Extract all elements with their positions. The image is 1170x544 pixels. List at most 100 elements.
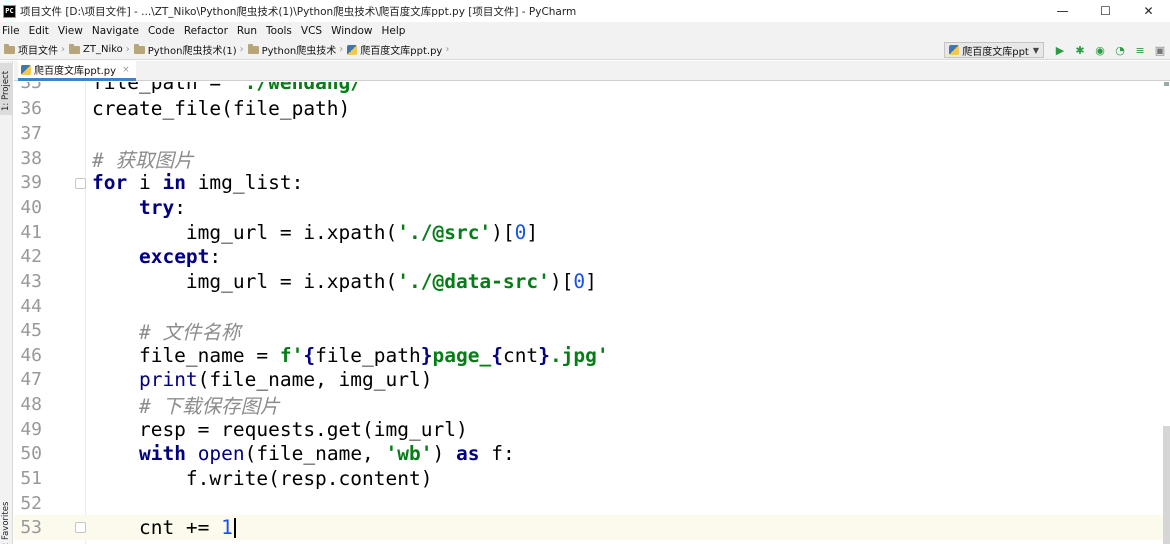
folder-icon	[69, 43, 80, 54]
code-editor[interactable]: 35 file_path = './wendang/' 36 create_fi…	[14, 82, 1170, 544]
menu-run[interactable]: Run	[236, 25, 257, 37]
python-file-icon	[21, 64, 31, 75]
code-text: try:	[138, 195, 186, 219]
code-text: except:	[138, 244, 222, 268]
code-line[interactable]: 48 # 下载保存图片	[14, 392, 1170, 418]
navigation-bar: 项目文件 › ZT_Niko › Python爬虫技术(1) › Python爬…	[0, 40, 1170, 60]
breadcrumb-label: Python爬虫技术(1)	[147, 46, 237, 57]
menu-tools[interactable]: Tools	[265, 25, 292, 37]
line-number: 40	[20, 196, 42, 218]
folder-icon	[133, 43, 145, 54]
code-text: img_url = i.xpath('./@data-src')[0]	[92, 269, 597, 293]
text-caret	[233, 518, 236, 539]
code-line-current[interactable]: 53 cnt += 1	[14, 515, 1170, 540]
code-line[interactable]: 41 img_url = i.xpath('./@src')[0]	[14, 220, 1170, 245]
breadcrumb-folder[interactable]: Python爬虫技术 ›	[247, 42, 344, 57]
line-number: 48	[20, 393, 42, 415]
breadcrumb-label: 项目文件	[18, 46, 58, 57]
vertical-scrollbar[interactable]	[1163, 426, 1170, 544]
structure-icon[interactable]: ▣	[1150, 41, 1170, 59]
window-title: 项目文件 [D:\项目文件] - ...\ZT_Niko\Python爬虫技术(…	[20, 5, 577, 18]
chevron-right-icon: ›	[339, 44, 344, 55]
build-icon[interactable]: ≡	[1130, 41, 1150, 59]
line-number: 47	[20, 368, 42, 390]
code-line[interactable]: 46 file_name = f'{file_path}page_{cnt}.j…	[14, 343, 1170, 368]
code-line[interactable]: 50 with open(file_name, 'wb') as f:	[14, 441, 1170, 466]
code-text: print(file_name, img_url)	[138, 367, 433, 391]
folder-icon	[247, 43, 259, 54]
code-line[interactable]: 39 for i in img_list:	[14, 170, 1170, 195]
run-icon[interactable]: ▶	[1050, 41, 1070, 59]
run-configuration-label: 爬百度文库ppt	[962, 46, 1029, 58]
chevron-right-icon: ›	[445, 44, 450, 55]
profile-icon[interactable]: ◔	[1110, 41, 1130, 59]
code-line[interactable]: 37	[14, 121, 1170, 146]
menu-view[interactable]: View	[57, 25, 83, 37]
code-line[interactable]: 51 f.write(resp.content)	[14, 466, 1170, 491]
code-comment: # 下载保存图片	[92, 394, 280, 418]
menu-help[interactable]: Help	[381, 25, 406, 37]
debug-icon[interactable]: ✱	[1070, 41, 1090, 59]
code-line[interactable]: 40 try:	[14, 195, 1170, 220]
menu-bar: File Edit View Navigate Code Refactor Ru…	[0, 22, 1170, 40]
code-line[interactable]: 36 create_file(file_path)	[14, 96, 1170, 121]
chevron-right-icon: ›	[61, 44, 65, 55]
code-comment: # 文件名称	[92, 320, 241, 344]
inspection-status-icon[interactable]	[1164, 82, 1169, 86]
line-number: 42	[20, 245, 42, 267]
fold-toggle-icon[interactable]	[75, 178, 86, 189]
menu-window[interactable]: Window	[330, 25, 372, 37]
menu-edit[interactable]: Edit	[28, 25, 49, 37]
breadcrumb-folder[interactable]: ZT_Niko ›	[69, 43, 130, 55]
project-tool-tab[interactable]: 1: Project	[0, 63, 13, 115]
close-button[interactable]: ✕	[1127, 0, 1170, 22]
code-line[interactable]: 47 print(file_name, img_url)	[14, 367, 1170, 392]
editor-tab-active[interactable]: 爬百度文库ppt.py ×	[18, 61, 136, 81]
code-line[interactable]: 52	[14, 491, 1170, 516]
menu-code[interactable]: Code	[147, 25, 175, 37]
line-number: 46	[20, 344, 42, 366]
pycharm-icon: PC	[3, 4, 16, 18]
breadcrumb-label: Python爬虫技术	[261, 46, 337, 57]
breadcrumb-project[interactable]: 项目文件 ›	[4, 42, 65, 57]
line-number: 37	[20, 122, 42, 144]
chevron-right-icon: ›	[239, 44, 244, 55]
code-text: cnt += 1	[92, 516, 236, 539]
chevron-down-icon: ▼	[1032, 45, 1039, 55]
breadcrumb-folder[interactable]: Python爬虫技术(1) ›	[133, 42, 244, 57]
project-tool-label: 1: Project	[1, 70, 11, 111]
run-toolbar: 爬百度文库ppt ▼ ▶ ✱ ◉ ◔ ≡ ▣	[944, 40, 1170, 60]
menu-vcs[interactable]: VCS	[300, 25, 322, 37]
line-number: 38	[20, 147, 42, 169]
line-number: 53	[20, 516, 42, 538]
coverage-icon[interactable]: ◉	[1090, 41, 1110, 59]
line-number: 43	[20, 270, 42, 292]
code-line[interactable]: 42 except:	[14, 244, 1170, 269]
run-configuration-select[interactable]: 爬百度文库ppt ▼	[944, 42, 1044, 58]
python-file-icon	[949, 45, 960, 55]
python-file-icon	[347, 44, 358, 55]
left-tool-strip: 1: Project 2: Favorites	[0, 61, 13, 544]
code-line[interactable]: 35 file_path = './wendang/'	[14, 82, 1170, 95]
code-text: img_url = i.xpath('./@src')[0]	[92, 220, 539, 244]
code-line[interactable]: 49 resp = requests.get(img_url)	[14, 417, 1170, 442]
line-number: 35	[20, 82, 42, 93]
minimize-button[interactable]: —	[1041, 0, 1084, 22]
code-text: resp = requests.get(img_url)	[92, 417, 468, 441]
menu-refactor[interactable]: Refactor	[183, 25, 228, 37]
code-line[interactable]: 38 # 获取图片	[14, 146, 1170, 172]
fold-end-icon[interactable]	[75, 522, 86, 533]
breadcrumb-label: ZT_Niko	[83, 44, 123, 55]
breadcrumb-file[interactable]: 爬百度文库ppt.py ›	[347, 42, 449, 57]
close-icon[interactable]: ×	[122, 65, 130, 75]
code-line[interactable]: 45 # 文件名称	[14, 318, 1170, 344]
line-number: 41	[20, 221, 42, 243]
line-number: 49	[20, 418, 42, 440]
editor-tab-bar: 爬百度文库ppt.py ×	[14, 61, 1170, 81]
menu-file[interactable]: File	[1, 25, 20, 37]
code-text: for i in img_list:	[92, 170, 304, 194]
code-text: file_path = './wendang/'	[92, 82, 374, 94]
code-line[interactable]: 43 img_url = i.xpath('./@data-src')[0]	[14, 269, 1170, 294]
menu-navigate[interactable]: Navigate	[91, 25, 139, 37]
maximize-button[interactable]: ☐	[1084, 0, 1127, 22]
